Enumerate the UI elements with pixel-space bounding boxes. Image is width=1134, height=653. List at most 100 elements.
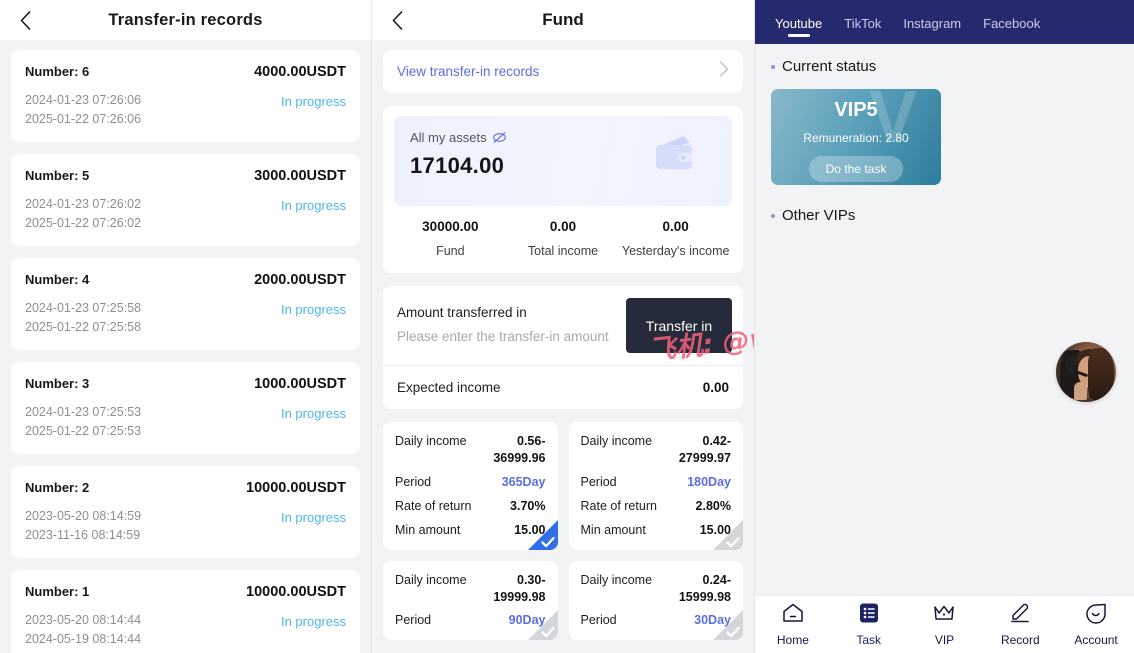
record-right: 3000.00USDT In progress (254, 168, 346, 233)
nav-item-task[interactable]: Task (831, 602, 907, 647)
vip-body: Current status V VIP5 Remuneration: 2.80… (755, 44, 1134, 224)
do-the-task-button[interactable]: Do the task (808, 156, 904, 182)
eye-off-icon[interactable] (492, 130, 507, 145)
other-vips-title: Other VIPs (782, 207, 856, 224)
current-status-heading: Current status (771, 58, 1118, 75)
record-right: 1000.00USDT In progress (254, 376, 346, 441)
transfer-in-button[interactable]: Transfer in (626, 298, 732, 354)
product-min-line: Min amount 15.00 (395, 522, 546, 539)
record-status-badge: In progress (280, 302, 346, 317)
record-status-badge: In progress (280, 198, 346, 213)
nav-item-account[interactable]: Account (1058, 602, 1134, 647)
record-left: Number: 1 2023-05-20 08:14:44 2024-05-19 0… (25, 584, 141, 649)
product-period-value: 180Day (687, 475, 731, 489)
product-daily-income-label: Daily income (580, 434, 653, 449)
chevron-left-icon[interactable] (14, 9, 36, 31)
record-amount: 10000.00USDT (246, 480, 346, 496)
expected-income-row: Expected income 0.00 (383, 365, 743, 409)
page-title: Fund (542, 10, 584, 29)
tab-facebook[interactable]: Facebook (983, 0, 1040, 44)
fund-stat: 0.00 Yesterday's income (619, 219, 732, 259)
record-card[interactable]: Number: 5 2024-01-23 07:26:02 2025-01-22 0… (11, 154, 360, 246)
unselected-check-icon[interactable] (527, 610, 558, 641)
nav-item-home[interactable]: Home (755, 602, 831, 647)
view-transfer-in-records-row[interactable]: View transfer-in records (383, 50, 743, 93)
unselected-check-icon[interactable] (713, 519, 743, 550)
record-number: Number: 2 (25, 480, 90, 495)
record-amount: 3000.00USDT (254, 168, 346, 184)
investment-product-card[interactable]: Daily income 0.24- 15999.98 Period 30Day (568, 560, 743, 641)
record-card[interactable]: Number: 4 2024-01-23 07:25:58 2025-01-22 0… (11, 258, 360, 350)
product-period-line: Period 180Day (581, 474, 732, 491)
nav-item-vip[interactable]: VIP (907, 602, 983, 647)
record-card[interactable]: Number: 3 2024-01-23 07:25:53 2025-01-22 0… (11, 362, 360, 454)
product-daily-income-value: 0.30- 19999.98 (493, 572, 546, 604)
expected-income-label: Expected income (397, 380, 501, 396)
record-status-badge: In progress (280, 94, 346, 109)
fund-stat-value: 30000.00 (422, 219, 479, 234)
product-min-line: Min amount 15.00 (581, 522, 732, 539)
vip-panel: Youtube TikTok Instagram Facebook Current s… (755, 0, 1134, 653)
record-number: Number: 3 (25, 376, 90, 391)
fund-stat-label: Yesterday's income (621, 244, 730, 258)
page-title: Transfer-in records (108, 10, 263, 29)
product-period-line: Period 30Day (581, 612, 732, 629)
vip-status-card[interactable]: V VIP5 Remuneration: 2.80 Do the task (771, 89, 941, 185)
assets-label: All my assets (410, 130, 487, 145)
product-rate-value: 2.80% (695, 498, 731, 513)
tab-youtube[interactable]: Youtube (775, 0, 822, 44)
product-daily-income-line: Daily income 0.42- 27999.97 (581, 433, 732, 467)
tab-tiktok[interactable]: TikTok (844, 0, 881, 44)
nav-item-record[interactable]: Record (982, 602, 1058, 647)
unselected-check-icon[interactable] (713, 610, 743, 641)
transfer-card: Amount transferred in Transfer in Expect… (383, 286, 743, 410)
record-left: Number: 2 2023-05-20 08:14:59 2023-11-16 0… (25, 480, 141, 545)
other-vips-heading: Other VIPs (771, 207, 1118, 224)
investment-product-card[interactable]: Daily income 0.56- 36999.96 Period 365Day Ra… (383, 422, 558, 550)
record-card[interactable]: Number: 2 2023-05-20 08:14:59 2023-11-16 0… (11, 466, 360, 558)
record-start-date: 2024-01-23 07:26:02 (25, 197, 142, 211)
record-amount: 2000.00USDT (254, 272, 346, 288)
record-end-date: 2025-01-22 07:25:53 (25, 424, 142, 438)
vip-remuneration-label: Remuneration: 2.80 (803, 131, 909, 145)
assets-card: All my assets 17104.00 30000.00 Fund 0.0… (383, 106, 743, 274)
nav-item-label: VIP (934, 633, 955, 647)
investment-product-card[interactable]: Daily income 0.30- 19999.98 Period 90Day (383, 560, 558, 641)
product-rate-label: Rate of return (580, 498, 657, 513)
product-period-label: Period (580, 613, 617, 628)
record-right: 4000.00USDT In progress (254, 64, 346, 129)
record-amount: 1000.00USDT (254, 376, 346, 392)
transfer-amount-input[interactable] (397, 329, 618, 345)
pencil-icon (1008, 602, 1032, 629)
record-right: 2000.00USDT In progress (254, 272, 346, 337)
record-end-date: 2025-01-22 07:26:06 (25, 112, 142, 126)
record-number: Number: 1 (25, 584, 90, 599)
expected-income-value: 0.00 (702, 380, 729, 396)
chevron-left-icon[interactable] (386, 9, 408, 31)
face-icon (1084, 602, 1108, 629)
nav-item-label: Home (776, 633, 809, 647)
assets-hero: All my assets 17104.00 (394, 116, 732, 206)
selected-check-icon[interactable] (527, 519, 558, 550)
product-rate-value: 3.70% (510, 498, 546, 513)
nav-item-label: Record (1000, 633, 1040, 647)
fund-stat-label: Total income (527, 244, 599, 258)
record-start-date: 2023-05-20 08:14:44 (25, 613, 142, 627)
fund-stat-value: 0.00 (549, 219, 577, 234)
transfer-in-records-panel: Transfer-in records Number: 6 2024-01-23 … (0, 0, 372, 653)
assets-stats: 30000.00 Fund 0.00 Total income 0.00 Yesterda… (394, 206, 732, 273)
record-card[interactable]: Number: 1 2023-05-20 08:14:44 2024-05-19 0… (11, 570, 360, 653)
vip-level-label: VIP5 (834, 99, 878, 121)
investment-product-card[interactable]: Daily income 0.42- 27999.97 Period 180Day Ra… (568, 422, 743, 550)
fund-body: View transfer-in records All my assets 1… (372, 40, 754, 641)
record-end-date: 2023-11-16 08:14:59 (25, 528, 141, 542)
product-period-line: Period 365Day (395, 474, 546, 491)
tab-instagram[interactable]: Instagram (903, 0, 961, 44)
records-list: Number: 6 2024-01-23 07:26:06 2025-01-22 0… (0, 40, 371, 653)
avatar-hand (1074, 382, 1087, 400)
customer-service-avatar[interactable] (1056, 342, 1116, 402)
record-card[interactable]: Number: 6 2024-01-23 07:26:06 2025-01-22 0… (11, 50, 360, 142)
record-end-date: 2024-05-19 08:14:44 (25, 632, 142, 646)
record-amount: 10000.00USDT (246, 584, 346, 600)
product-daily-income-line: Daily income 0.24- 15999.98 (581, 572, 732, 606)
